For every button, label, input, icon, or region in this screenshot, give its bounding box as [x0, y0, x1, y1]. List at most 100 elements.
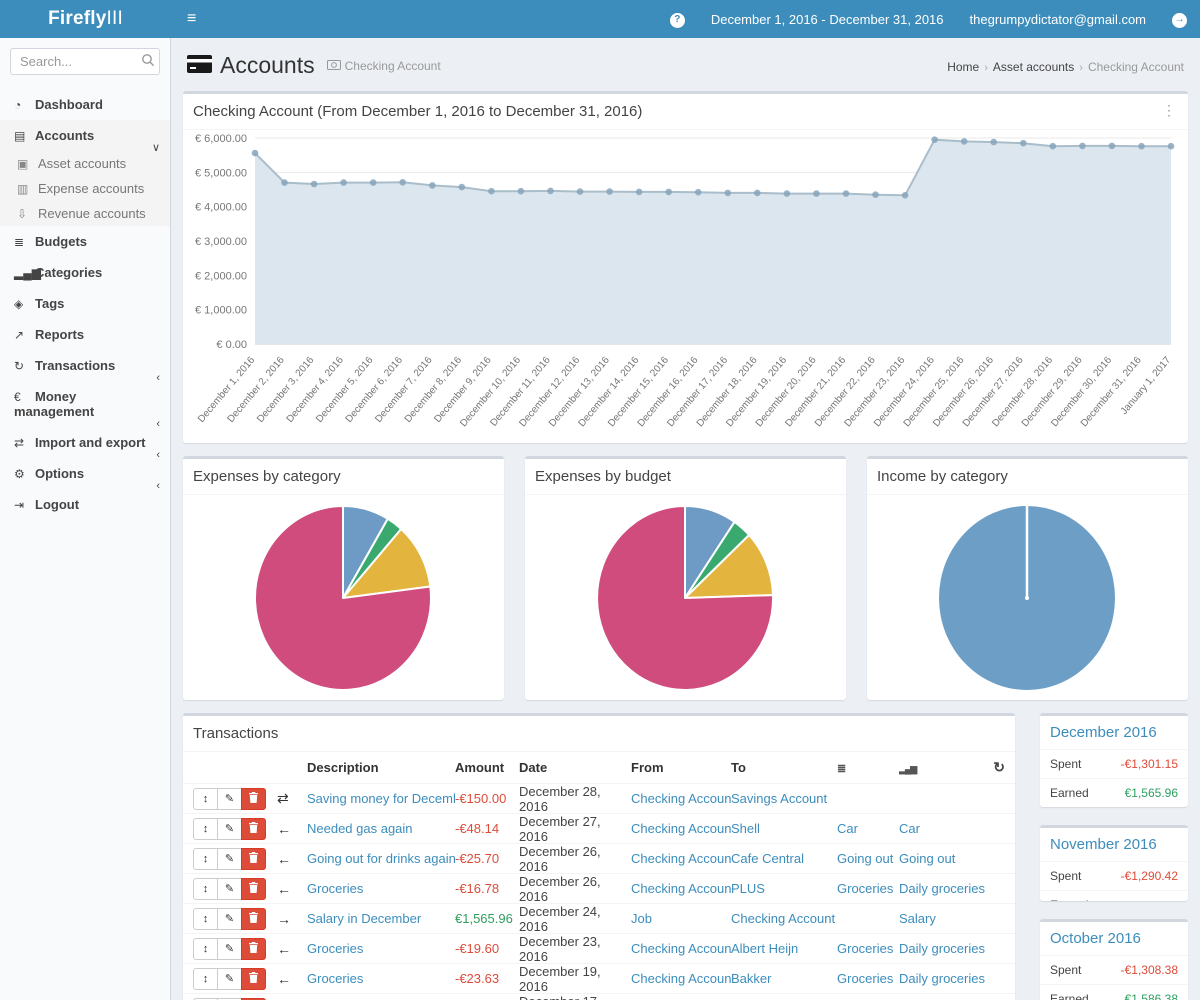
sidebar-item-tags[interactable]: ◈Tags [0, 288, 170, 319]
sidebar-item-transactions[interactable]: ↻Transactions ‹ [0, 350, 170, 381]
transaction-from-link[interactable]: Checking Account [631, 941, 731, 956]
sidebar-item-accounts[interactable]: ▤Accounts ∨ [0, 120, 170, 151]
refresh-icon: ↻ [14, 359, 35, 373]
transaction-from-link[interactable]: Checking Account [631, 851, 731, 866]
transaction-date: December 17, 2016 [519, 994, 631, 1000]
transaction-category-link[interactable]: Daily groceries [899, 941, 985, 956]
delete-button[interactable] [241, 788, 266, 810]
transaction-from-link[interactable]: Checking Account [631, 971, 731, 986]
help-button[interactable]: ? [657, 10, 698, 28]
delete-button[interactable] [241, 848, 266, 870]
sidebar-toggle-icon[interactable]: ≡ [171, 10, 212, 28]
sidebar-item-budgets[interactable]: ≣Budgets [0, 226, 170, 257]
edit-button[interactable]: ✎ [217, 818, 242, 840]
breadcrumb-link[interactable]: Asset accounts [993, 60, 1074, 74]
transaction-budget-link[interactable]: Groceries [837, 881, 893, 896]
signout-button[interactable]: → [1159, 10, 1200, 28]
transaction-to-link[interactable]: Cafe Central [731, 851, 804, 866]
edit-button[interactable]: ✎ [217, 878, 242, 900]
sidebar-item-label: Categories [35, 265, 102, 280]
transaction-category-link[interactable]: Car [899, 821, 920, 836]
transaction-description-link[interactable]: Groceries [307, 971, 363, 986]
refresh-icon[interactable]: ↻ [993, 759, 1005, 775]
sidebar-item-expense-accounts[interactable]: ▥Expense accounts [0, 176, 170, 201]
edit-button[interactable]: ✎ [217, 788, 242, 810]
transaction-budget-link[interactable]: Groceries [837, 971, 893, 986]
brand[interactable]: FireflyIII [0, 0, 171, 38]
sidebar-item-label: Logout [35, 497, 79, 512]
reorder-button[interactable]: ↕ [193, 878, 218, 900]
trash-icon [249, 792, 258, 806]
sidebar-item-asset-accounts[interactable]: ▣Asset accounts [0, 151, 170, 176]
transaction-description-link[interactable]: Salary in December [307, 911, 421, 926]
edit-button[interactable]: ✎ [217, 968, 242, 990]
delete-button[interactable] [241, 818, 266, 840]
transaction-description-link[interactable]: Groceries [307, 941, 363, 956]
reorder-button[interactable]: ↕ [193, 968, 218, 990]
transaction-to-link[interactable]: Checking Account [731, 911, 835, 926]
search-button[interactable] [141, 53, 155, 70]
reorder-button[interactable]: ↕ [193, 818, 218, 840]
transaction-description-link[interactable]: Saving money for December [307, 791, 455, 806]
transaction-date: December 23, 2016 [519, 934, 631, 964]
pie-title: Expenses by category [183, 459, 504, 495]
delete-button[interactable] [241, 938, 266, 960]
transaction-from-link[interactable]: Job [631, 911, 652, 926]
transaction-amount: -€16.78 [455, 881, 519, 896]
summary-title[interactable]: November 2016 [1040, 828, 1188, 862]
transaction-row: ↕ ✎ ← Going out for drinks again -€25.70… [183, 844, 1015, 874]
sidebar-item-money-management[interactable]: €Money management ‹ [0, 381, 170, 427]
edit-button[interactable]: ✎ [217, 848, 242, 870]
bar-chart-icon: ▂▄▆ [14, 266, 35, 280]
row-action-buttons: ↕ ✎ [193, 848, 266, 870]
sidebar-item-reports[interactable]: ↗Reports [0, 319, 170, 350]
search-input[interactable] [10, 48, 160, 75]
transaction-budget-link[interactable]: Groceries [837, 941, 893, 956]
date-range[interactable]: December 1, 2016 - December 31, 2016 [698, 12, 957, 27]
sidebar-item-dashboard[interactable]: ◔Dashboard [0, 89, 170, 120]
delete-button[interactable] [241, 968, 266, 990]
transaction-description-link[interactable]: Going out for drinks again [307, 851, 455, 866]
brand-light: III [106, 8, 122, 29]
transaction-from-link[interactable]: Checking Account [631, 791, 731, 806]
reorder-button[interactable]: ↕ [193, 848, 218, 870]
summary-value: -€1,308.38 [1121, 963, 1178, 977]
transaction-to-link[interactable]: Shell [731, 821, 760, 836]
user-email[interactable]: thegrumpydictator@gmail.com [957, 12, 1159, 27]
sidebar-item-label: Revenue accounts [38, 206, 146, 221]
summary-title[interactable]: December 2016 [1040, 716, 1188, 750]
transaction-row: ↕ ✎ → Salary in December €1,565.96 Decem… [183, 904, 1015, 934]
delete-button[interactable] [241, 878, 266, 900]
sidebar-item-revenue-accounts[interactable]: ⇩Revenue accounts [0, 201, 170, 226]
sidebar-item-import-export[interactable]: ⇄Import and export ‹ [0, 427, 170, 458]
transaction-budget-link[interactable]: Going out [837, 851, 893, 866]
transaction-row: ↕ ✎ ← Filled the car up again -€48.18 De… [183, 994, 1015, 1000]
transaction-category-link[interactable]: Daily groceries [899, 971, 985, 986]
transaction-from-link[interactable]: Checking Account [631, 881, 731, 896]
transaction-description-link[interactable]: Groceries [307, 881, 363, 896]
transaction-category-link[interactable]: Daily groceries [899, 881, 985, 896]
sidebar-item-logout[interactable]: ⇥Logout [0, 489, 170, 520]
trash-icon [249, 852, 258, 866]
transaction-category-link[interactable]: Going out [899, 851, 955, 866]
transaction-budget-link[interactable]: Car [837, 821, 858, 836]
edit-button[interactable]: ✎ [217, 938, 242, 960]
reorder-button[interactable]: ↕ [193, 788, 218, 810]
delete-button[interactable] [241, 908, 266, 930]
sidebar-item-categories[interactable]: ▂▄▆Categories [0, 257, 170, 288]
tasks-icon: ≣ [837, 763, 845, 775]
transaction-description-link[interactable]: Needed gas again [307, 821, 413, 836]
sidebar-item-options[interactable]: ⚙Options ‹ [0, 458, 170, 489]
box-menu-icon[interactable]: ⋮ [1162, 102, 1176, 119]
transaction-to-link[interactable]: Bakker [731, 971, 771, 986]
summary-title[interactable]: October 2016 [1040, 922, 1188, 956]
transaction-from-link[interactable]: Checking Account [631, 821, 731, 836]
transaction-category-link[interactable]: Salary [899, 911, 936, 926]
transaction-to-link[interactable]: PLUS [731, 881, 765, 896]
reorder-button[interactable]: ↕ [193, 938, 218, 960]
breadcrumb-link[interactable]: Home [947, 60, 979, 74]
transaction-to-link[interactable]: Savings Account [731, 791, 827, 806]
transaction-to-link[interactable]: Albert Heijn [731, 941, 798, 956]
reorder-button[interactable]: ↕ [193, 908, 218, 930]
edit-button[interactable]: ✎ [217, 908, 242, 930]
